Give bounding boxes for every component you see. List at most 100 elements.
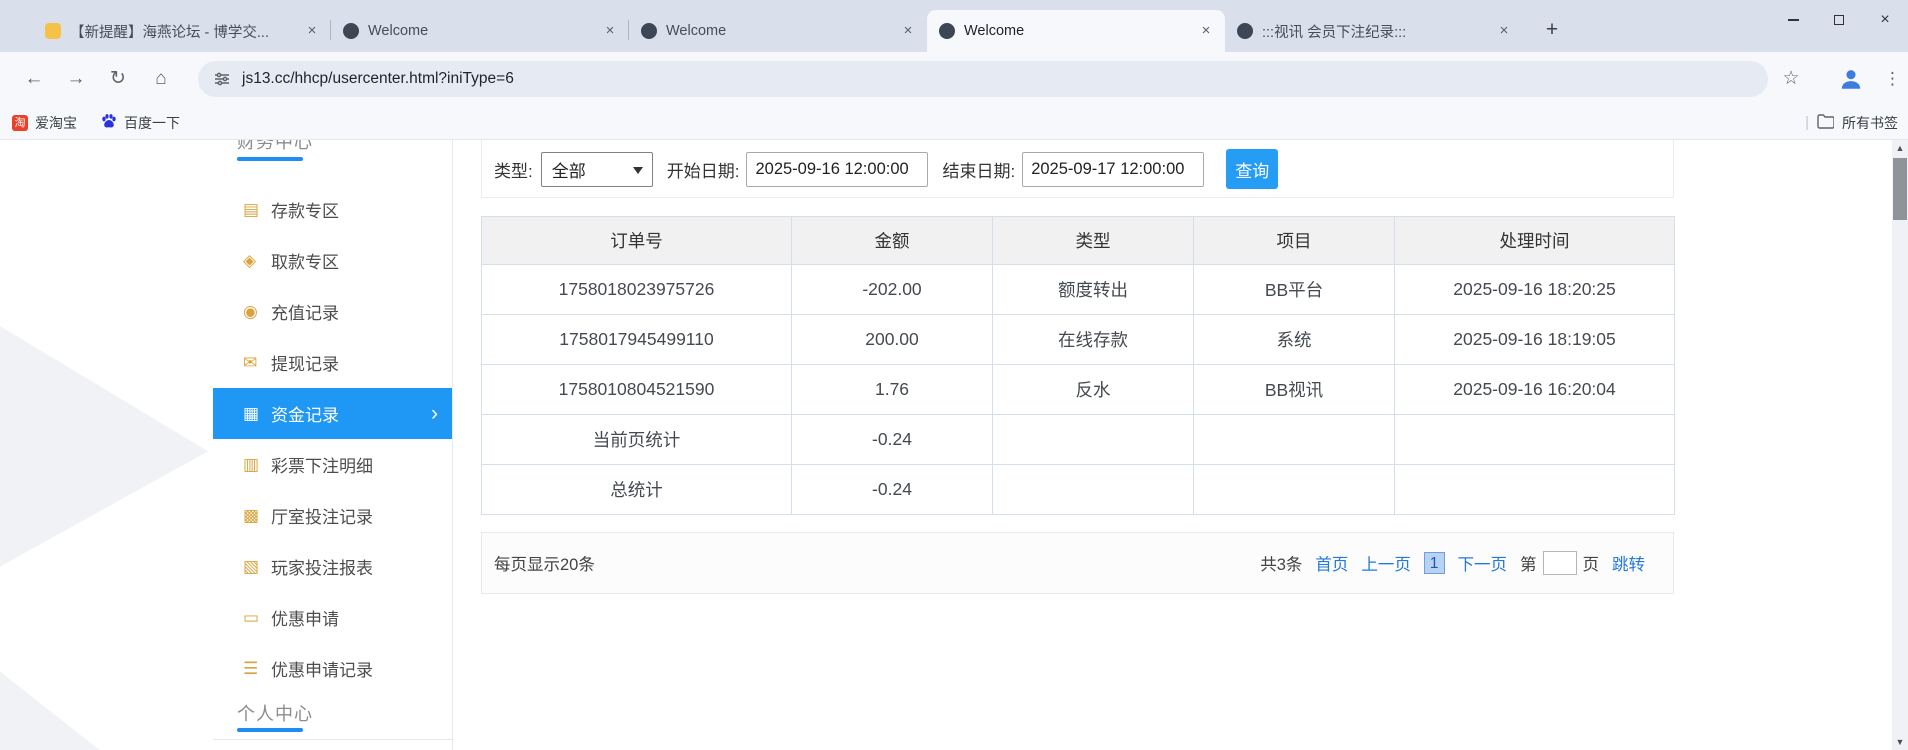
pagination-controls: 共3条 首页 上一页 1 下一页 第 页 跳转: [1260, 551, 1645, 575]
cell-type: 额度转出: [992, 264, 1194, 315]
baidu-paw-icon: [101, 113, 117, 132]
window-close-button[interactable]: ×: [1862, 0, 1908, 40]
tab-close-icon[interactable]: ×: [601, 22, 619, 40]
sidebar-item-withdraw-record[interactable]: ✉ 提现记录: [213, 337, 452, 388]
section-underline: [237, 157, 303, 161]
col-type: 类型: [992, 216, 1194, 265]
scroll-down-icon[interactable]: ▼: [1892, 734, 1908, 750]
window-minimize-button[interactable]: [1770, 0, 1816, 40]
window-maximize-button[interactable]: [1816, 0, 1862, 40]
end-date-input[interactable]: [1022, 151, 1205, 187]
cell-amount: -0.24: [791, 414, 993, 465]
page-viewport: 财务中心 ▤ 存款专区 ◈ 取款专区 ◉ 充值记录 ✉ 提现记录 ▦ 资金记录 …: [0, 140, 1908, 750]
browser-tab-betrecord[interactable]: :::视讯 会员下注纪录::: ×: [1225, 10, 1523, 52]
tab-close-icon[interactable]: ×: [1197, 22, 1215, 40]
filter-bar: 类型: 全部 开始日期: 结束日期: 查询: [481, 140, 1674, 198]
promo-apply-icon: ▭: [243, 607, 260, 627]
sidebar-item-promo-apply[interactable]: ▭ 优惠申请: [213, 592, 452, 643]
cell-label: 总统计: [481, 464, 792, 515]
decorative-triangle: [0, 290, 208, 600]
per-page-label: 每页显示20条: [494, 556, 595, 574]
tab-title: Welcome: [368, 23, 429, 39]
cell-project: BB平台: [1193, 264, 1395, 315]
bookmark-label: 百度一下: [124, 114, 180, 131]
col-project: 项目: [1193, 216, 1395, 265]
forward-icon[interactable]: →: [62, 65, 90, 93]
address-bar[interactable]: js13.cc/hhcp/usercenter.html?iniType=6: [198, 61, 1768, 97]
table-row: 1758010804521590 1.76 反水 BB视讯 2025-09-16…: [481, 364, 1675, 415]
col-amount: 金额: [791, 216, 993, 265]
sidebar-item-funds-record[interactable]: ▦ 资金记录 ›: [213, 388, 452, 439]
sidebar-menu: ▤ 存款专区 ◈ 取款专区 ◉ 充值记录 ✉ 提现记录 ▦ 资金记录 › ▥ 彩…: [213, 184, 452, 694]
browser-tab-welcome-2[interactable]: Welcome ×: [629, 10, 927, 52]
new-tab-button[interactable]: +: [1538, 17, 1566, 45]
search-button[interactable]: 查询: [1226, 149, 1279, 189]
funds-record-icon: ▦: [243, 403, 260, 423]
maximize-icon: [1834, 15, 1844, 25]
recharge-record-icon: ◉: [243, 301, 258, 321]
bookmarks-separator: |: [1805, 114, 1809, 131]
scroll-up-icon[interactable]: ▲: [1892, 140, 1908, 156]
type-select[interactable]: 全部: [540, 151, 653, 187]
site-favicon-icon: [343, 23, 359, 39]
site-favicon-icon: [1237, 23, 1253, 39]
cell-amount: -202.00: [791, 264, 993, 315]
browser-tab-welcome-active[interactable]: Welcome ×: [927, 10, 1225, 52]
player-bet-report-icon: ▧: [243, 556, 260, 576]
all-bookmarks-label[interactable]: 所有书签: [1842, 113, 1898, 133]
refresh-icon[interactable]: ↻: [104, 65, 132, 93]
site-favicon-icon: [939, 23, 955, 39]
sidebar-item-withdraw[interactable]: ◈ 取款专区: [213, 235, 452, 286]
cell-label: 当前页统计: [481, 414, 792, 465]
sidebar: 财务中心 ▤ 存款专区 ◈ 取款专区 ◉ 充值记录 ✉ 提现记录 ▦ 资金记录 …: [213, 140, 453, 750]
browser-tab-forum[interactable]: 【新提醒】海燕论坛 - 博学交... ×: [33, 10, 331, 52]
next-page-link[interactable]: 下一页: [1458, 551, 1508, 575]
chevron-right-icon: ›: [431, 402, 438, 425]
table-header-row: 订单号 金额 类型 项目 处理时间: [481, 216, 1675, 265]
table-row: 1758017945499110 200.00 在线存款 系统 2025-09-…: [481, 314, 1675, 365]
sidebar-item-promo-apply-record[interactable]: ☰ 优惠申请记录: [213, 643, 452, 694]
cell-project: BB视讯: [1193, 364, 1395, 415]
sidebar-item-lottery-bet-detail[interactable]: ▥ 彩票下注明细: [213, 439, 452, 490]
tab-title: 【新提醒】海燕论坛 - 博学交...: [70, 24, 269, 41]
cell-order-id: 1758018023975726: [481, 264, 792, 315]
tab-title: Welcome: [964, 23, 1025, 39]
url-text[interactable]: js13.cc/hhcp/usercenter.html?iniType=6: [242, 70, 514, 88]
withdraw-record-icon: ✉: [243, 352, 258, 372]
page-scrollbar[interactable]: ▲ ▼: [1892, 140, 1908, 750]
first-page-link[interactable]: 首页: [1315, 551, 1348, 575]
start-date-input[interactable]: [746, 151, 929, 187]
minimize-icon: [1787, 19, 1799, 21]
sidebar-item-player-bet-report[interactable]: ▧ 玩家投注报表: [213, 541, 452, 592]
sidebar-item-deposit[interactable]: ▤ 存款专区: [213, 184, 452, 235]
cell-empty: [1394, 414, 1675, 465]
bookmark-aitaobao[interactable]: 淘 爱淘宝: [12, 113, 77, 133]
browser-window: 【新提醒】海燕论坛 - 博学交... × Welcome × Welcome ×…: [0, 0, 1908, 750]
type-select-value: 全部: [551, 161, 586, 181]
tab-close-icon[interactable]: ×: [899, 22, 917, 40]
home-icon[interactable]: ⌂: [147, 65, 175, 93]
cell-amount: 200.00: [791, 314, 993, 365]
prev-page-link[interactable]: 上一页: [1361, 551, 1411, 575]
jump-button[interactable]: 跳转: [1612, 551, 1645, 575]
profile-avatar[interactable]: [1836, 64, 1866, 94]
bookmark-baidu[interactable]: 百度一下: [101, 113, 180, 133]
browser-menu-icon[interactable]: ⋮: [1884, 65, 1901, 93]
sidebar-item-room-bet-record[interactable]: ▩ 厅室投注记录: [213, 490, 452, 541]
browser-tab-welcome-1[interactable]: Welcome ×: [331, 10, 629, 52]
cell-time: 2025-09-16 16:20:04: [1394, 364, 1675, 415]
bookmark-star-icon[interactable]: ☆: [1778, 65, 1804, 93]
scrollbar-thumb[interactable]: [1893, 158, 1907, 220]
cell-type: 在线存款: [992, 314, 1194, 365]
tab-title: :::视讯 会员下注纪录:::: [1262, 24, 1407, 41]
cell-type: 反水: [992, 364, 1194, 415]
tab-close-icon[interactable]: ×: [303, 22, 321, 40]
sidebar-item-recharge-record[interactable]: ◉ 充值记录: [213, 286, 452, 337]
section-underline: [237, 728, 303, 732]
cell-empty: [1193, 464, 1395, 515]
back-icon[interactable]: ←: [20, 65, 48, 93]
jump-prefix-label: 第: [1520, 556, 1537, 574]
jump-page-input[interactable]: [1542, 551, 1577, 575]
site-info-icon[interactable]: [214, 71, 230, 87]
tab-close-icon[interactable]: ×: [1495, 22, 1513, 40]
